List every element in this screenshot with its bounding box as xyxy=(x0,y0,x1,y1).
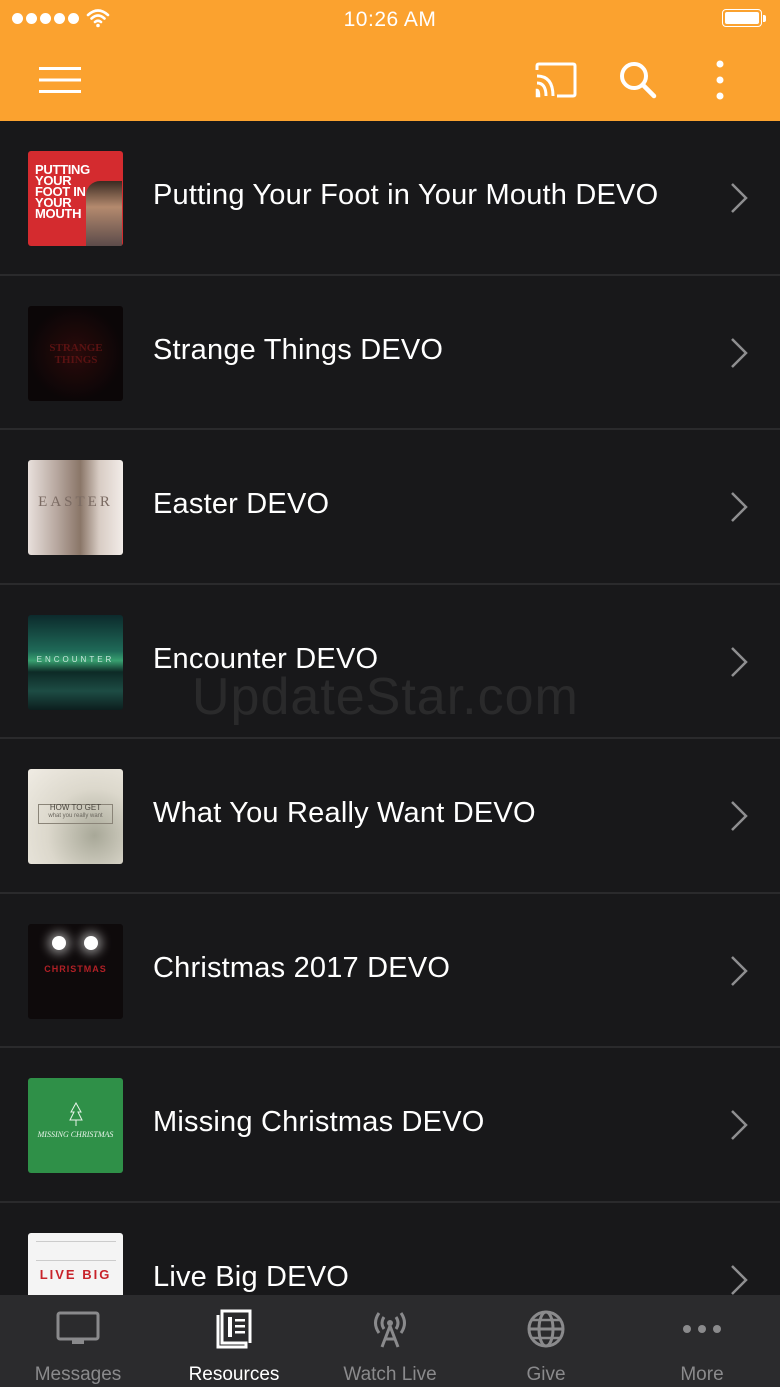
chevron-right-icon xyxy=(731,492,748,522)
chevron-right-icon xyxy=(731,646,748,677)
thumbnail-text: ENCOUNTER xyxy=(36,654,115,664)
tab-label: Resources xyxy=(188,1364,280,1385)
list-item[interactable]: EASTER Easter DEVO xyxy=(0,430,780,585)
thumbnail-encounter: ENCOUNTER xyxy=(28,614,123,710)
tab-label: Messages xyxy=(34,1364,122,1385)
hamburger-menu-icon xyxy=(39,67,81,93)
thumbnail-text: HOW TO GET xyxy=(49,803,102,812)
list-item-title: Strange Things DEVO xyxy=(153,333,444,366)
chevron-right-icon xyxy=(731,1110,748,1140)
more-vertical-icon xyxy=(716,60,724,100)
list-item-title: Putting Your Foot in Your Mouth DEVO xyxy=(153,179,659,211)
tab-watch-live[interactable]: Watch Live xyxy=(312,1295,468,1387)
tab-bar: Messages Resources Watch Live Give More xyxy=(0,1295,780,1387)
list-item[interactable]: STRANGE THINGS Strange Things DEVO xyxy=(0,276,780,430)
tab-messages[interactable]: Messages xyxy=(0,1295,156,1387)
thumbnail-text: PUTTING YOUR FOOT IN YOUR MOUTH xyxy=(35,162,90,221)
chevron-right-icon xyxy=(731,1264,748,1295)
thumbnail-text: STRANGE THINGS xyxy=(49,341,103,366)
battery-icon xyxy=(722,9,766,29)
thumbnail-text: CHRISTMAS xyxy=(44,963,107,974)
list-item[interactable]: ENCOUNTER Encounter DEVO xyxy=(0,585,780,739)
list-item-title: Easter DEVO xyxy=(153,488,330,520)
search-icon xyxy=(620,62,657,99)
thumbnail-christmas-2017: CHRISTMAS xyxy=(28,923,123,1019)
tab-give[interactable]: Give xyxy=(468,1295,624,1387)
book-icon xyxy=(216,1309,252,1349)
thumbnail-text: EASTER xyxy=(38,494,113,510)
more-horizontal-icon xyxy=(683,1325,721,1333)
tab-label: Give xyxy=(526,1364,566,1385)
chevron-right-icon xyxy=(731,337,748,368)
list-item[interactable]: CHRISTMAS Christmas 2017 DEVO xyxy=(0,894,780,1048)
thumbnail-easter: EASTER xyxy=(28,460,123,555)
cast-icon xyxy=(535,62,577,98)
overflow-menu-button[interactable] xyxy=(700,56,740,104)
thumbnail-subtext: what you really want xyxy=(48,813,103,819)
list-item[interactable]: PUTTING YOUR FOOT IN YOUR MOUTH Putting … xyxy=(0,121,780,276)
thumbnail-text: MISSING CHRISTMAS xyxy=(37,1130,114,1139)
list-item-title: Live Big DEVO xyxy=(153,1260,350,1293)
chevron-right-icon xyxy=(731,955,748,986)
list-item-title: Encounter DEVO xyxy=(153,642,379,675)
chevron-right-icon xyxy=(731,801,748,831)
thumbnail-strange-things: STRANGE THINGS xyxy=(28,305,123,401)
globe-icon xyxy=(527,1310,565,1348)
monitor-icon xyxy=(56,1311,100,1344)
list-item-title: Christmas 2017 DEVO xyxy=(153,951,451,984)
cast-button[interactable] xyxy=(528,56,582,104)
tab-label: Watch Live xyxy=(343,1364,437,1385)
broadcast-antenna-icon xyxy=(374,1312,406,1348)
status-bar: 10:26 AM xyxy=(0,0,780,40)
tree-icon xyxy=(69,1102,83,1126)
tab-label: More xyxy=(680,1364,724,1385)
list-item[interactable]: HOW TO GET what you really want What You… xyxy=(0,739,780,894)
list-item-title: Missing Christmas DEVO xyxy=(153,1106,485,1138)
thumbnail-putting-your-foot: PUTTING YOUR FOOT IN YOUR MOUTH xyxy=(28,151,123,246)
thumbnail-missing-christmas: MISSING CHRISTMAS xyxy=(28,1078,123,1173)
thumbnail-text: LIVE BIG xyxy=(39,1266,112,1282)
tab-resources[interactable]: Resources xyxy=(156,1295,312,1387)
tab-more[interactable]: More xyxy=(624,1295,780,1387)
list-item-title: What You Really Want DEVO xyxy=(153,797,536,829)
list-item[interactable]: MISSING CHRISTMAS Missing Christmas DEVO xyxy=(0,1048,780,1203)
resources-list: PUTTING YOUR FOOT IN YOUR MOUTH Putting … xyxy=(0,121,780,1357)
menu-button[interactable] xyxy=(30,56,90,104)
status-time: 10:26 AM xyxy=(343,8,437,31)
search-button[interactable] xyxy=(612,56,664,104)
app-header: 10:26 AM xyxy=(0,0,780,121)
thumbnail-what-you-really-want: HOW TO GET what you really want xyxy=(28,769,123,864)
chevron-right-icon xyxy=(731,183,748,213)
